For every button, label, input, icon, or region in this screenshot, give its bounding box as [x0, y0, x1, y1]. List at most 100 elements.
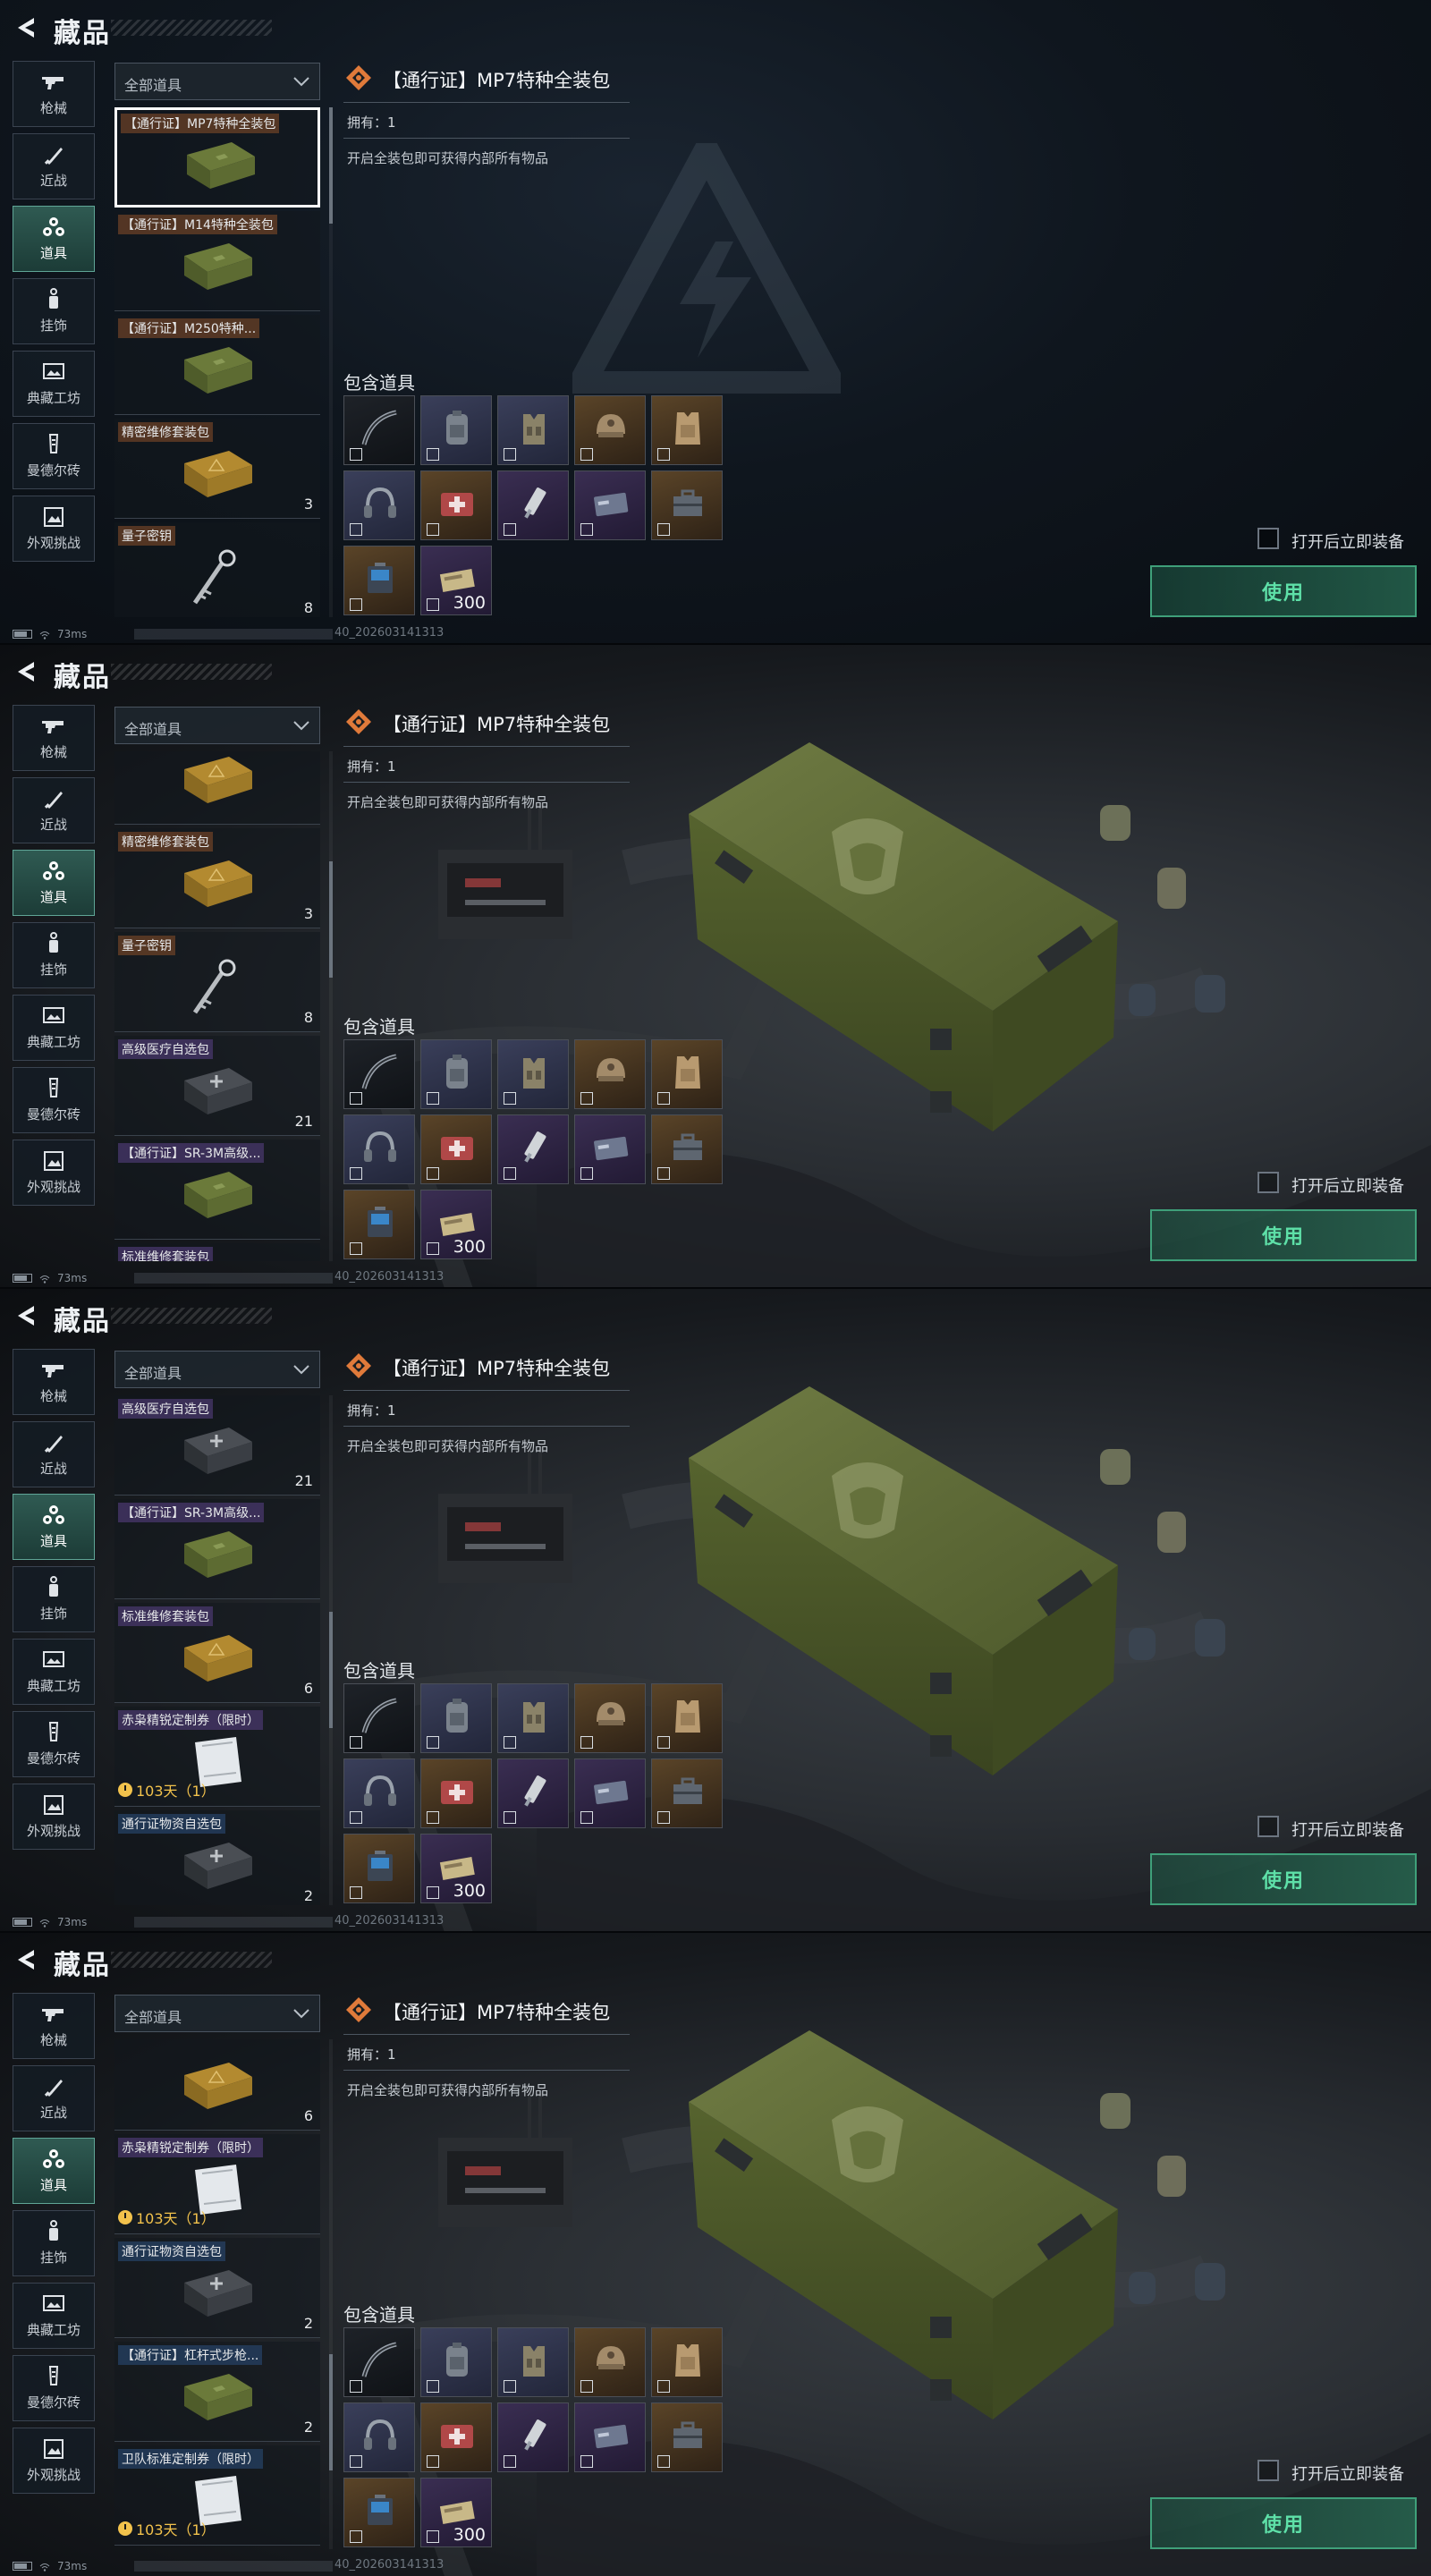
nav-item-workshop[interactable]: 典藏工坊 — [13, 995, 95, 1061]
contained-item[interactable] — [651, 1039, 723, 1109]
nav-item-items[interactable]: 道具 — [13, 1494, 95, 1560]
list-item[interactable]: 量子密钥 8 — [114, 522, 320, 617]
contained-item[interactable] — [651, 2402, 723, 2472]
list-item[interactable]: 高级医疗自选包 21 — [114, 1395, 320, 1496]
nav-item-charm[interactable]: 挂饰 — [13, 278, 95, 344]
list-item[interactable]: 赤枭精锐定制券（限时） 103天（1） — [114, 1707, 320, 1807]
filter-dropdown[interactable]: 全部道具 — [114, 1351, 320, 1388]
contained-item[interactable] — [420, 2402, 492, 2472]
list-item[interactable]: 标准维修套装包 — [114, 1243, 320, 1261]
list-scrollbar[interactable] — [329, 2039, 333, 2549]
nav-item-brick[interactable]: 曼德尔砖 — [13, 423, 95, 489]
item-list[interactable]: 精密维修套装包 3 量子密钥 8 高级医疗自选包 21 【通行证】SR-3M高级... 标准维… — [114, 751, 322, 1261]
item-list[interactable]: 【通行证】MP7特种全装包 【通行证】M14特种全装包 【通行证】M250特种...… — [114, 107, 322, 617]
contained-item[interactable] — [343, 2327, 415, 2397]
contained-item[interactable] — [651, 470, 723, 540]
back-arrow-icon[interactable] — [13, 658, 39, 685]
use-button[interactable]: 使用 — [1150, 2497, 1417, 2549]
contained-item[interactable] — [651, 2327, 723, 2397]
contained-item[interactable] — [343, 2478, 415, 2547]
nav-item-items[interactable]: 道具 — [13, 206, 95, 272]
nav-item-gun[interactable]: 枪械 — [13, 1349, 95, 1415]
nav-item-challenge[interactable]: 外观挑战 — [13, 1784, 95, 1850]
list-item[interactable]: 精密维修套装包 3 — [114, 419, 320, 519]
scrollbar-thumb[interactable] — [329, 861, 333, 978]
contained-item[interactable] — [574, 2402, 646, 2472]
contained-item[interactable]: 300 — [420, 1834, 492, 1903]
contained-item[interactable] — [420, 395, 492, 465]
use-button[interactable]: 使用 — [1150, 1853, 1417, 1905]
equip-after-open-checkbox[interactable] — [1257, 1172, 1279, 1193]
contained-item[interactable] — [497, 2402, 569, 2472]
contained-item[interactable] — [343, 2402, 415, 2472]
equip-after-open-checkbox[interactable] — [1257, 2460, 1279, 2481]
contained-item[interactable] — [420, 470, 492, 540]
list-item[interactable]: 【通行证】M250特种... — [114, 315, 320, 415]
list-item[interactable]: 【通行证】M14特种全装包 — [114, 211, 320, 311]
list-item[interactable]: 赤枭精锐定制券（限时） 103天（1） — [114, 2134, 320, 2234]
contained-item[interactable] — [574, 395, 646, 465]
contained-item[interactable] — [343, 1039, 415, 1109]
contained-item[interactable]: 300 — [420, 1190, 492, 1259]
contained-item[interactable] — [343, 395, 415, 465]
contained-item[interactable] — [574, 1039, 646, 1109]
contained-item[interactable]: 300 — [420, 2478, 492, 2547]
scrollbar-thumb[interactable] — [329, 107, 333, 224]
list-item[interactable]: 【通行证】MP7特种全装包 — [114, 107, 320, 208]
list-item[interactable]: 通行证物资自选包 2 — [114, 2238, 320, 2338]
contained-item[interactable]: 300 — [420, 546, 492, 615]
equip-after-open-checkbox[interactable] — [1257, 1816, 1279, 1837]
contained-item[interactable] — [497, 2327, 569, 2397]
use-button[interactable]: 使用 — [1150, 565, 1417, 617]
contained-item[interactable] — [420, 1114, 492, 1184]
contained-item[interactable] — [651, 1683, 723, 1753]
contained-item[interactable] — [343, 1834, 415, 1903]
list-scrollbar[interactable] — [329, 1395, 333, 1905]
nav-item-workshop[interactable]: 典藏工坊 — [13, 351, 95, 417]
contained-item[interactable] — [343, 1114, 415, 1184]
list-item[interactable]: 标准维修套装包 6 — [114, 1603, 320, 1703]
list-scrollbar[interactable] — [329, 107, 333, 617]
nav-item-knife[interactable]: 近战 — [13, 133, 95, 199]
scrollbar-thumb[interactable] — [329, 2354, 333, 2470]
list-item[interactable]: 量子密钥 8 — [114, 932, 320, 1032]
nav-item-workshop[interactable]: 典藏工坊 — [13, 2283, 95, 2349]
contained-item[interactable] — [420, 2327, 492, 2397]
item-list[interactable]: 高级医疗自选包 21 【通行证】SR-3M高级... 标准维修套装包 6 赤枭精锐定制券（… — [114, 1395, 322, 1905]
list-item[interactable]: 通行证物资自选包 2 — [114, 1810, 320, 1905]
contained-item[interactable] — [574, 1683, 646, 1753]
nav-item-items[interactable]: 道具 — [13, 2138, 95, 2204]
list-item[interactable]: 6 — [114, 2039, 320, 2131]
filter-dropdown[interactable]: 全部道具 — [114, 63, 320, 100]
list-item[interactable]: 精密维修套装包 3 — [114, 828, 320, 928]
nav-item-brick[interactable]: 曼德尔砖 — [13, 2355, 95, 2421]
contained-item[interactable] — [420, 1039, 492, 1109]
contained-item[interactable] — [497, 1758, 569, 1828]
contained-item[interactable] — [651, 1114, 723, 1184]
nav-item-charm[interactable]: 挂饰 — [13, 922, 95, 988]
filter-dropdown[interactable]: 全部道具 — [114, 1995, 320, 2032]
nav-item-brick[interactable]: 曼德尔砖 — [13, 1711, 95, 1777]
nav-item-challenge[interactable]: 外观挑战 — [13, 2428, 95, 2494]
equip-after-open-checkbox[interactable] — [1257, 528, 1279, 549]
contained-item[interactable] — [420, 1683, 492, 1753]
nav-item-brick[interactable]: 曼德尔砖 — [13, 1067, 95, 1133]
nav-item-challenge[interactable]: 外观挑战 — [13, 1140, 95, 1206]
filter-dropdown[interactable]: 全部道具 — [114, 707, 320, 744]
nav-item-gun[interactable]: 枪械 — [13, 1993, 95, 2059]
use-button[interactable]: 使用 — [1150, 1209, 1417, 1261]
list-item[interactable]: 【通行证】SR-3M高级... — [114, 1140, 320, 1240]
list-item[interactable]: 卫队标准定制券（限时） 103天（1） — [114, 2445, 320, 2546]
contained-item[interactable] — [343, 1190, 415, 1259]
contained-item[interactable] — [343, 1683, 415, 1753]
nav-item-charm[interactable]: 挂饰 — [13, 1566, 95, 1632]
contained-item[interactable] — [651, 1758, 723, 1828]
list-item[interactable]: 【通行证】SR-3M高级... — [114, 1499, 320, 1599]
back-arrow-icon[interactable] — [13, 1946, 39, 1973]
nav-item-items[interactable]: 道具 — [13, 850, 95, 916]
nav-item-knife[interactable]: 近战 — [13, 777, 95, 843]
contained-item[interactable] — [343, 1758, 415, 1828]
nav-item-knife[interactable]: 近战 — [13, 1421, 95, 1487]
back-arrow-icon[interactable] — [13, 14, 39, 41]
nav-item-gun[interactable]: 枪械 — [13, 61, 95, 127]
